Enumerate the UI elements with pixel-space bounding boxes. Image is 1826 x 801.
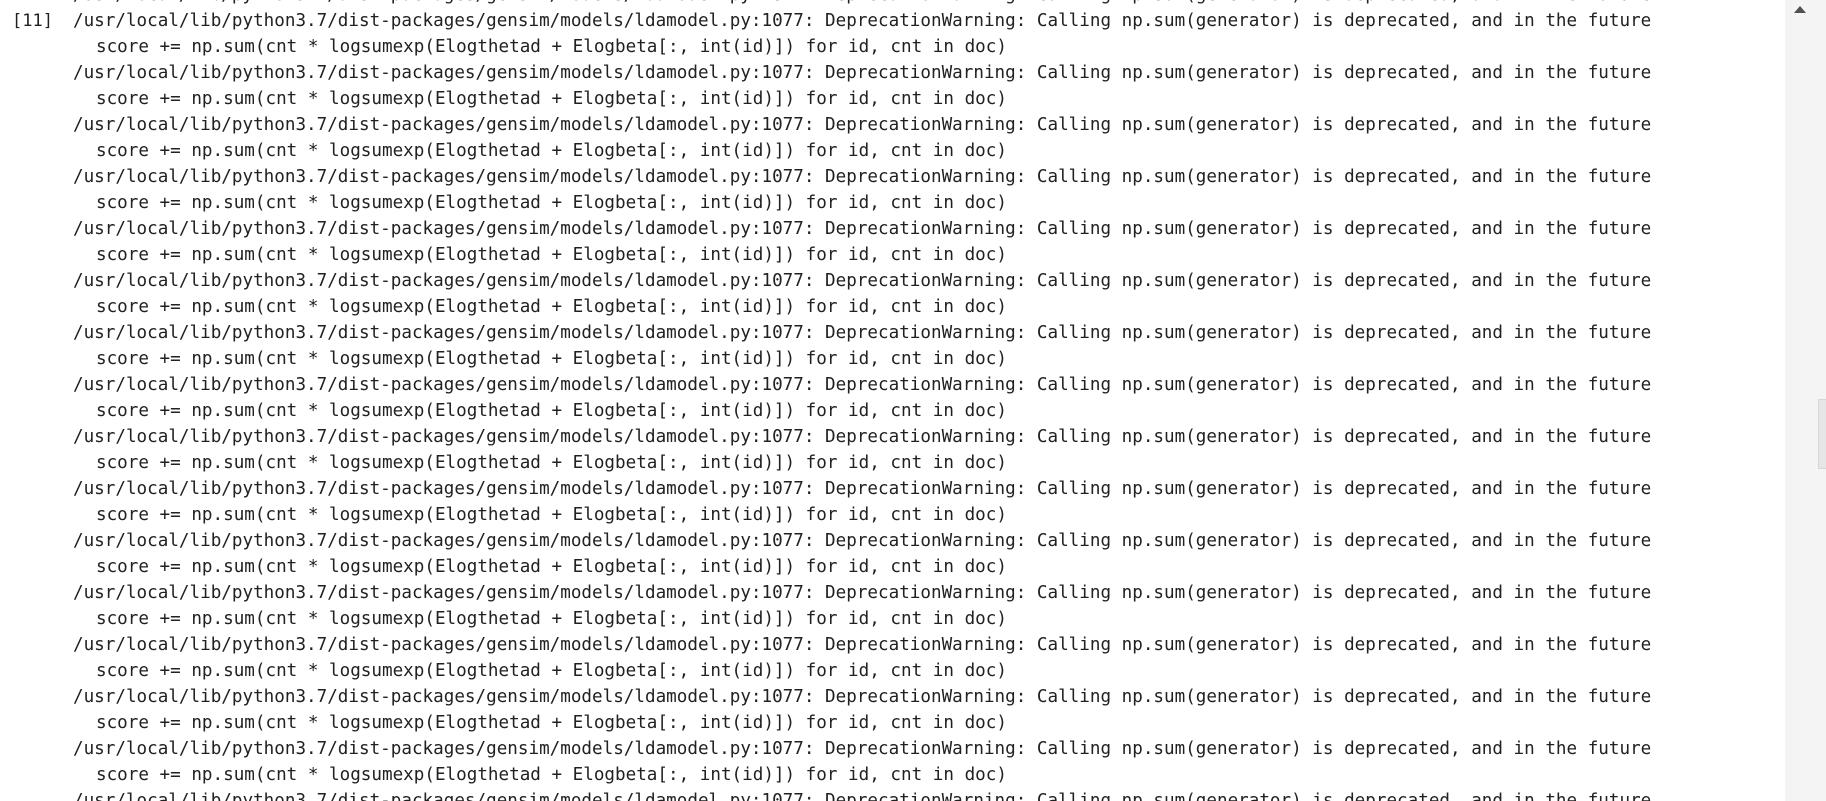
output-line-code: score += np.sum(cnt * logsumexp(Elogthet… <box>96 505 1007 525</box>
output-line-code: score += np.sum(cnt * logsumexp(Elogthet… <box>96 349 1007 369</box>
output-line-warning: /usr/local/lib/python3.7/dist-packages/g… <box>73 687 1652 707</box>
cell-output-area: [11] /usr/local/lib/python3.7/dist-packa… <box>0 0 1785 801</box>
execution-count: [11] <box>12 11 53 31</box>
output-line-warning: /usr/local/lib/python3.7/dist-packages/g… <box>73 11 1652 31</box>
output-line-warning: /usr/local/lib/python3.7/dist-packages/g… <box>73 791 1652 801</box>
output-line-code: score += np.sum(cnt * logsumexp(Elogthet… <box>96 661 1007 681</box>
output-line-warning: /usr/local/lib/python3.7/dist-packages/g… <box>73 635 1652 655</box>
output-line-code: score += np.sum(cnt * logsumexp(Elogthet… <box>96 37 1007 57</box>
output-line-code: score += np.sum(cnt * logsumexp(Elogthet… <box>96 557 1007 577</box>
output-line-warning: /usr/local/lib/python3.7/dist-packages/g… <box>73 167 1652 187</box>
output-line-warning: /usr/local/lib/python3.7/dist-packages/g… <box>73 219 1652 239</box>
output-line-code: score += np.sum(cnt * logsumexp(Elogthet… <box>96 141 1007 161</box>
output-line-code: score += np.sum(cnt * logsumexp(Elogthet… <box>96 713 1007 733</box>
output-line-warning: /usr/local/lib/python3.7/dist-packages/g… <box>73 323 1652 343</box>
output-stream: /usr/local/lib/python3.7/dist-packages/g… <box>73 0 1785 801</box>
output-line-code: score += np.sum(cnt * logsumexp(Elogthet… <box>96 765 1007 785</box>
output-line-warning: /usr/local/lib/python3.7/dist-packages/g… <box>73 271 1652 291</box>
output-line-code: score += np.sum(cnt * logsumexp(Elogthet… <box>96 89 1007 109</box>
output-line-warning: /usr/local/lib/python3.7/dist-packages/g… <box>73 63 1652 83</box>
output-line-warning: /usr/local/lib/python3.7/dist-packages/g… <box>73 0 1785 8</box>
output-line-warning: /usr/local/lib/python3.7/dist-packages/g… <box>73 115 1652 135</box>
output-line-warning: /usr/local/lib/python3.7/dist-packages/g… <box>73 583 1652 603</box>
output-line-warning: /usr/local/lib/python3.7/dist-packages/g… <box>73 739 1652 759</box>
scrollbar-thumb[interactable] <box>1818 399 1826 469</box>
output-line-warning: /usr/local/lib/python3.7/dist-packages/g… <box>73 427 1652 447</box>
output-line-code: score += np.sum(cnt * logsumexp(Elogthet… <box>96 245 1007 265</box>
output-line-warning: /usr/local/lib/python3.7/dist-packages/g… <box>73 531 1652 551</box>
output-line-code: score += np.sum(cnt * logsumexp(Elogthet… <box>96 297 1007 317</box>
scroll-up-icon[interactable] <box>1794 6 1806 13</box>
output-line-warning: /usr/local/lib/python3.7/dist-packages/g… <box>73 375 1652 395</box>
output-line-code: score += np.sum(cnt * logsumexp(Elogthet… <box>96 401 1007 421</box>
output-line-warning: /usr/local/lib/python3.7/dist-packages/g… <box>73 479 1652 499</box>
output-line-code: score += np.sum(cnt * logsumexp(Elogthet… <box>96 609 1007 629</box>
output-line-code: score += np.sum(cnt * logsumexp(Elogthet… <box>96 453 1007 473</box>
output-line-code: score += np.sum(cnt * logsumexp(Elogthet… <box>96 193 1007 213</box>
